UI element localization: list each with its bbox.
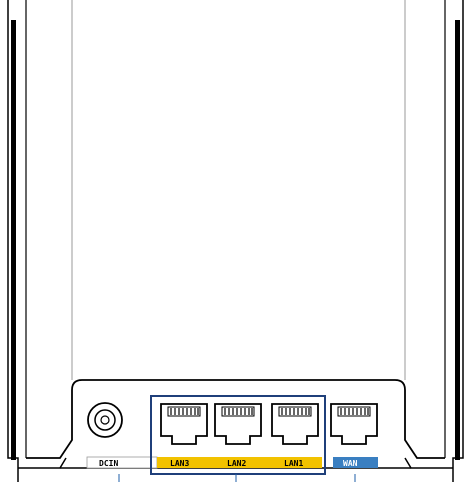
router-rear-diagram: DCIN LAN3 LAN2 LAN1 WAN — [7, 0, 464, 482]
callout-ticks — [118, 474, 356, 482]
wan-label-strip: WAN — [333, 457, 378, 468]
dcin-power-jack-icon — [87, 402, 123, 438]
lan1-port-icon — [271, 403, 319, 445]
wan-label: WAN — [343, 459, 358, 468]
dcin-label-strip: DCIN — [86, 456, 158, 469]
lan2-label: LAN2 — [227, 459, 246, 468]
lan2-port-icon — [214, 403, 262, 445]
lan-label-strip: LAN3 LAN2 LAN1 — [157, 457, 322, 468]
dcin-label: DCIN — [99, 459, 118, 468]
left-side-panel — [7, 0, 73, 482]
lan3-port-icon — [160, 403, 208, 445]
right-side-panel — [404, 0, 464, 482]
lan3-label: LAN3 — [170, 459, 189, 468]
lan1-label: LAN1 — [284, 459, 303, 468]
wan-port-icon — [330, 403, 378, 445]
